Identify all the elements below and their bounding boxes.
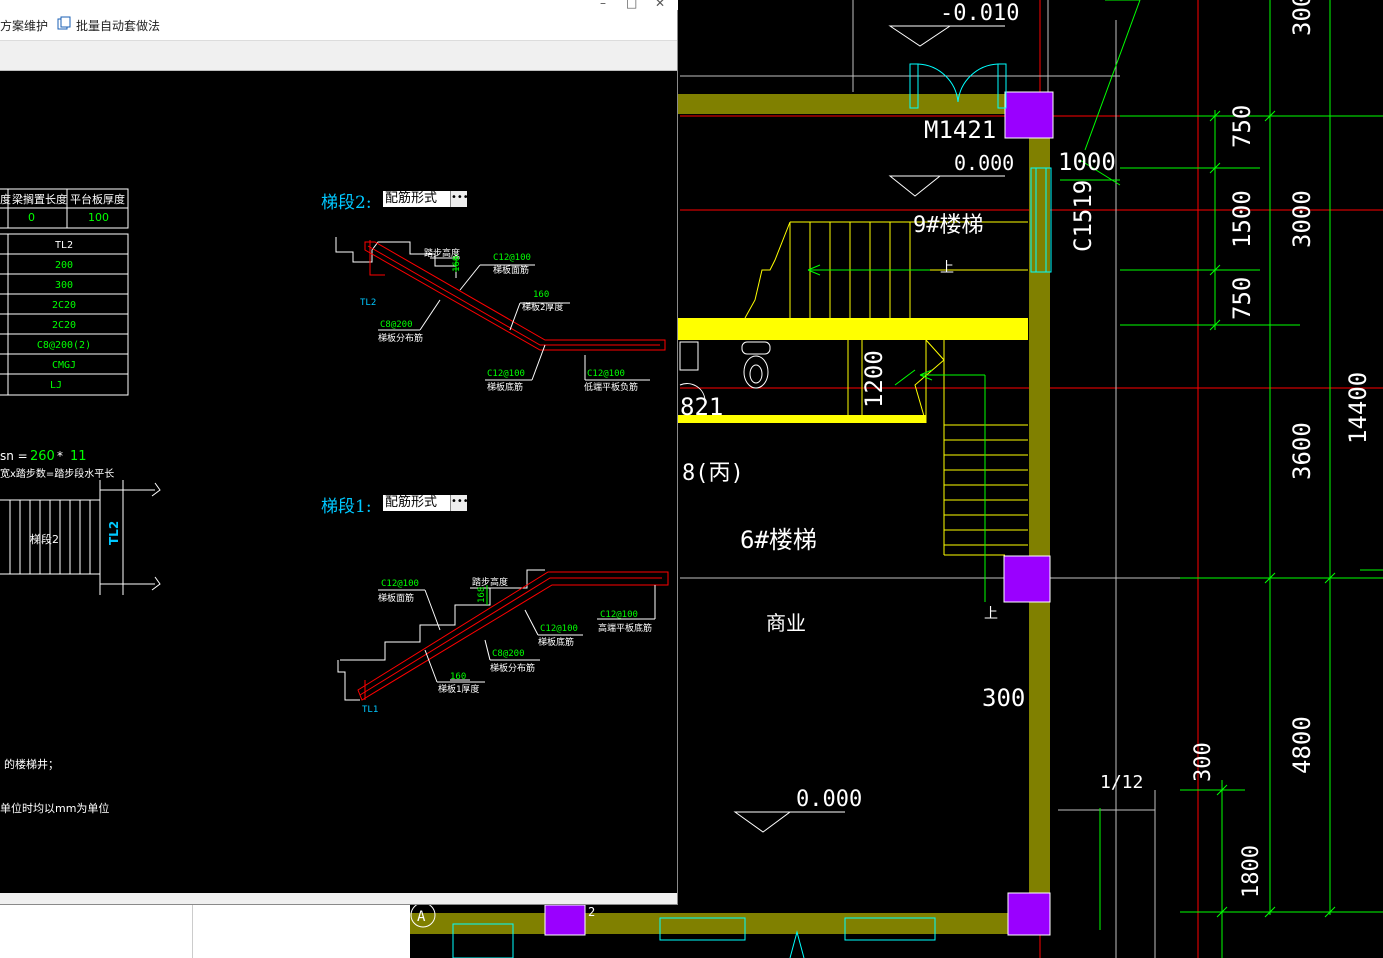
table2-value-1[interactable]: 200 (55, 260, 73, 271)
formula-value1[interactable]: 260 (30, 449, 55, 464)
table1-header-2: 平台板厚度 (70, 192, 125, 206)
dim-1000-text: 1000 (1058, 148, 1116, 176)
seg1-beam: TL1 (362, 705, 378, 715)
stair6-label-text: 6#楼梯 (740, 526, 817, 554)
dim-1500-text: 1500 (1228, 190, 1256, 248)
dim-300b-text: 300 (1191, 742, 1216, 782)
ellipsis-icon[interactable]: ••• (450, 495, 469, 511)
stair-preview-canvas: 度 梁搁置长度 平台板厚度 0 100 TL2 200 300 2C20 2C2… (0, 71, 677, 893)
segment1-rebar-combo[interactable]: 配筋形式 ••• (383, 495, 469, 511)
table2-value-2[interactable]: 300 (55, 280, 73, 291)
seg2-dist-bar-name: 梯板分布筋 (378, 332, 423, 344)
up-mark-2: 上 (984, 606, 998, 622)
close-icon[interactable]: ✕ (655, 0, 665, 10)
dim-750a-text: 750 (1228, 105, 1256, 148)
seg1-dist-bar-name: 梯板分布筋 (490, 662, 535, 674)
seg2-bottom-bar[interactable]: C12@100 (487, 369, 525, 379)
partial-821-text: 821 (680, 393, 723, 421)
door-label-text: M1421 (924, 116, 996, 144)
seg1-high-bar-name: 高端平板底筋 (598, 622, 652, 634)
note-line-1: 的楼梯井； (4, 757, 59, 771)
table1-cell-1[interactable]: 0 (28, 211, 35, 224)
dialog-toolbar: 方案维护 批量自动套做法 (0, 10, 677, 41)
seg1-bottom-bar[interactable]: C12@100 (540, 624, 578, 634)
seg1-step-value[interactable]: 168 (477, 587, 487, 603)
formula-prefix: sn = (0, 449, 28, 463)
seg1-high-bar[interactable]: C12@100 (600, 610, 638, 620)
elevation-mid-text: 0.000 (954, 151, 1014, 175)
axis-a-text: A (417, 909, 426, 925)
table1-header-1: 梁搁置长度 (12, 192, 67, 206)
seg2-step-value[interactable]: 168 (452, 256, 462, 272)
table2-value-4[interactable]: 2C20 (52, 320, 76, 331)
seg1-step-height: 踏步高度 (472, 576, 508, 588)
dim-300-text: 300 (982, 684, 1025, 712)
minimize-icon[interactable]: – (600, 0, 606, 10)
segment1-title: 梯段1: (321, 497, 372, 517)
partial-2-text: 2 (588, 905, 595, 919)
batch-auto-method-button[interactable]: 批量自动套做法 (76, 17, 160, 34)
seg1-top-bar[interactable]: C12@100 (381, 579, 419, 589)
dim-3600-text: 3600 (1288, 422, 1316, 480)
formula-times: * (57, 449, 63, 463)
partial-8bing-text: 8(丙) (682, 461, 744, 486)
up-mark-1: 上 (940, 260, 954, 276)
seg1-thickness[interactable]: 160 (450, 672, 466, 682)
shop-label-text: 商业 (766, 611, 806, 635)
seg1-thickness-name: 梯板1厚度 (438, 683, 479, 695)
dialog-titlebar: – □ ✕ (0, 0, 678, 10)
ellipsis-icon[interactable]: ••• (450, 191, 469, 207)
seg1-top-bar-name: 梯板面筋 (378, 592, 414, 604)
dialog-subbar (0, 41, 677, 71)
seg2-top-bar-name: 梯板面筋 (493, 264, 529, 276)
table1-header-0: 度 (0, 192, 11, 206)
formula-value2[interactable]: 11 (70, 449, 87, 464)
seg2-neg-bar-name: 低端平板负筋 (584, 381, 638, 393)
dim-4800-text: 4800 (1288, 716, 1316, 774)
segment1-combo-value: 配筋形式 (385, 495, 438, 510)
seg2-neg-bar[interactable]: C12@100 (587, 369, 625, 379)
table2-value-5[interactable]: C8@200(2) (37, 340, 91, 351)
underlying-app-panel (0, 905, 410, 958)
seg2-dist-bar[interactable]: C8@200 (380, 320, 413, 330)
segment2-title: 梯段2: (321, 193, 372, 213)
seg1-dist-bar[interactable]: C8@200 (492, 649, 525, 659)
stair-parameter-dialog: – □ ✕ 方案维护 批量自动套做法 度 梁搁置长度 平台板厚度 0 100 T… (0, 0, 678, 905)
elevation-top-text: -0.010 (940, 1, 1019, 26)
stair9-label-text: 9#楼梯 (913, 213, 984, 238)
scheme-maintain-button[interactable]: 方案维护 (0, 17, 48, 34)
table2-value-6[interactable]: CMGJ (52, 360, 76, 371)
dim-14400-text: 14400 (1344, 372, 1372, 444)
window-label-text: C1519 (1069, 180, 1097, 252)
seg2-beam: TL2 (360, 298, 376, 308)
seg2-thickness[interactable]: 160 (533, 290, 549, 300)
segment2-rebar-combo[interactable]: 配筋形式 ••• (383, 191, 469, 207)
formula-note: 宽x踏步数=踏步段水平长 (0, 467, 114, 480)
note-line-2: 单位时均以mm为单位 (0, 801, 109, 815)
dim-1800-text: 1800 (1239, 845, 1264, 898)
seg1-bottom-bar-name: 梯板底筋 (538, 636, 574, 648)
dim-750b-text: 750 (1228, 277, 1256, 320)
stair-plan-view (0, 480, 161, 595)
segment1-section (337, 569, 669, 701)
table2-value-3[interactable]: 2C20 (52, 300, 76, 311)
table2-value-0[interactable]: TL2 (55, 240, 73, 251)
table2-value-7[interactable]: LJ (50, 380, 62, 391)
panel-divider (192, 905, 193, 958)
batch-icon (57, 16, 71, 33)
seg2-bottom-bar-name: 梯板底筋 (487, 381, 523, 393)
plan-beam-label: TL2 (107, 521, 121, 545)
dim-1200-text: 1200 (860, 350, 888, 408)
table1-cell-2[interactable]: 100 (88, 211, 109, 224)
elevation-bottom-text: 0.000 (796, 787, 862, 812)
segment2-combo-value: 配筋形式 (385, 191, 438, 206)
slope-label-text: 1/12 (1100, 772, 1143, 793)
dim-3000-text: 3000 (1288, 190, 1316, 248)
dialog-bottom-bar (0, 893, 677, 904)
maximize-icon[interactable]: □ (626, 0, 637, 10)
seg2-top-bar[interactable]: C12@100 (493, 253, 531, 263)
dim-300top-text: 300 (1288, 0, 1316, 36)
plan-stair-label: 梯段2 (30, 532, 59, 546)
seg2-thickness-name: 梯板2厚度 (522, 301, 563, 313)
